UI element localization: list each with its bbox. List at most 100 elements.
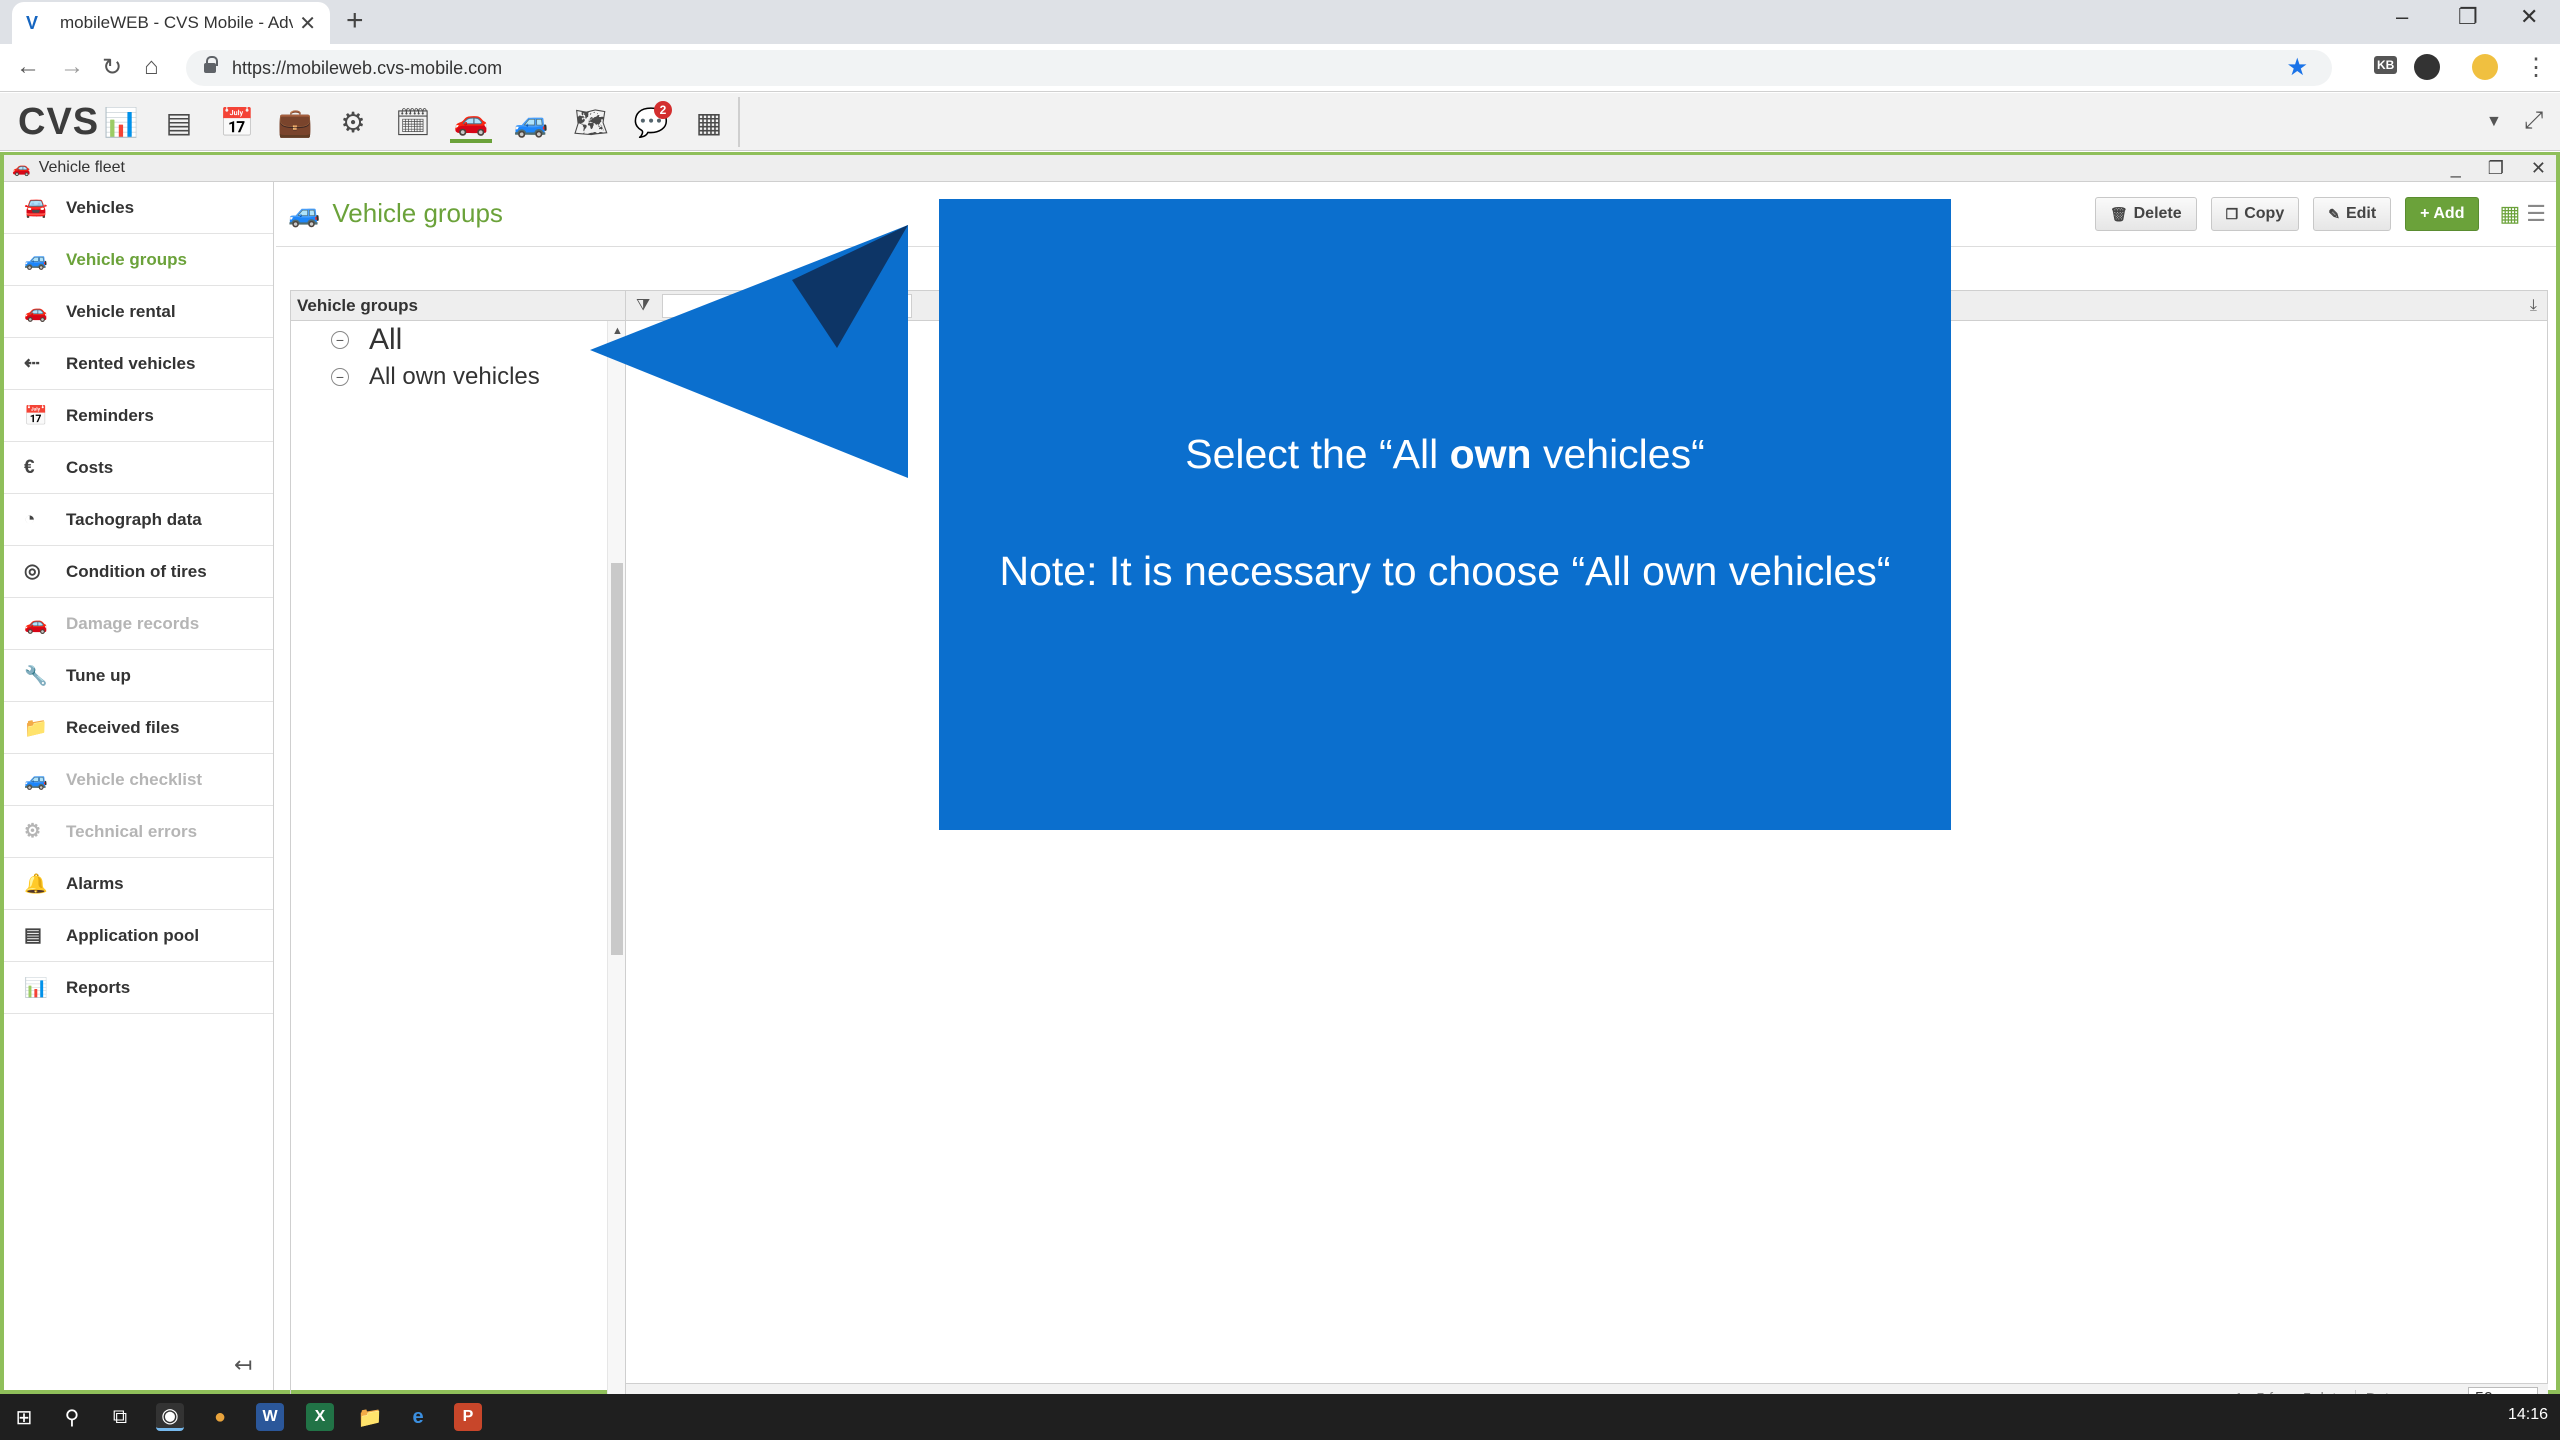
grid-icon: ▤	[24, 925, 42, 946]
search-icon[interactable]: ⚲	[58, 1403, 86, 1431]
extension-k-icon[interactable]	[2414, 54, 2440, 80]
minimize-window-icon[interactable]: –	[2396, 4, 2408, 30]
windows-taskbar: ⊞ ⚲ ⧉ ◉ ● W X 📁 e P 14:16	[0, 1394, 2560, 1440]
car-group-icon: 🚙	[288, 198, 321, 228]
statistics-icon[interactable]: 📊	[100, 101, 142, 143]
sidebar-item-application-pool[interactable]: ▤ Application pool	[4, 910, 273, 962]
sidebar-item-reports[interactable]: 📊 Reports	[4, 962, 273, 1014]
callout-note: Note: It is necessary to choose “All own…	[999, 548, 1891, 594]
tab-close-icon[interactable]: ✕	[299, 11, 316, 36]
windows-start-icon[interactable]: ⊞	[10, 1403, 38, 1431]
chevron-down-icon[interactable]: ▼	[2486, 113, 2502, 131]
extension-kb-icon[interactable]: KB	[2374, 56, 2398, 74]
sidebar-item-technical-errors[interactable]: ⚙ Technical errors	[4, 806, 273, 858]
car-group-icon: 🚙	[24, 249, 48, 271]
close-window-icon[interactable]: ✕	[2520, 4, 2538, 30]
reload-icon[interactable]: ↻	[102, 53, 122, 82]
sidebar-item-vehicle-checklist[interactable]: 🚙 Vehicle checklist	[4, 754, 273, 806]
briefcase-icon[interactable]: 💼	[274, 101, 316, 143]
delete-button[interactable]: 🗑 Delete	[2094, 197, 2197, 231]
pencil-icon: ✎	[2328, 205, 2340, 222]
tire-icon: ◎	[24, 561, 41, 582]
firefox-icon[interactable]: ●	[206, 1403, 234, 1431]
url-field[interactable]: https://mobileweb.cvs-mobile.com ★	[186, 50, 2332, 86]
scrollbar-thumb[interactable]	[611, 563, 623, 955]
euro-icon: €	[24, 456, 35, 478]
task-view-icon[interactable]: ⧉	[106, 1403, 134, 1431]
sidebar-item-costs[interactable]: € Costs	[4, 442, 273, 494]
notification-badge: 2	[654, 101, 672, 119]
address-bar: ← → ↻ ⌂ https://mobileweb.cvs-mobile.com…	[0, 44, 2560, 92]
tree-node-all[interactable]: − All	[331, 323, 402, 357]
file-explorer-icon[interactable]: 📁	[356, 1403, 384, 1431]
documents-icon[interactable]: ▤	[158, 101, 200, 143]
sidebar-item-vehicle-groups[interactable]: 🚙 Vehicle groups	[4, 234, 273, 286]
add-button[interactable]: + Add	[2405, 197, 2480, 231]
bell-icon: 🔔	[24, 873, 48, 895]
url-text: https://mobileweb.cvs-mobile.com	[232, 57, 503, 78]
bar-chart-icon: 📊	[24, 977, 48, 999]
calendar-icon: 📅	[24, 405, 48, 427]
apps-grid-icon[interactable]: ▦	[688, 101, 730, 143]
list-view-icon[interactable]: ☰	[2526, 201, 2546, 227]
powerpoint-icon[interactable]: P	[454, 1403, 482, 1431]
vehicles-icon[interactable]: 🚙	[510, 101, 552, 143]
app-toolbar: CVS 📊 ▤ 📅 💼 ⚙ 🗓 🚗 🚙 🗺 💬 2 ▦ ▼ ⤢	[0, 93, 2560, 151]
driver-icon[interactable]: ⚙	[332, 101, 374, 143]
collapse-toggle-icon[interactable]: −	[331, 368, 349, 386]
tree-header: Vehicle groups	[291, 291, 625, 321]
calendar-icon[interactable]: 📅	[216, 101, 258, 143]
sidebar-item-reminders[interactable]: 📅 Reminders	[4, 390, 273, 442]
trash-icon: 🗑	[2109, 205, 2128, 222]
sidebar-item-condition-of-tires[interactable]: ◎ Condition of tires	[4, 546, 273, 598]
tile-view-icon[interactable]: ▦	[2499, 201, 2520, 227]
bookmark-star-icon[interactable]: ★	[2286, 53, 2308, 82]
car-arrow-left-icon: ⇠	[24, 353, 40, 374]
sidebar-item-vehicles[interactable]: 🚘 Vehicles	[4, 182, 273, 234]
sidebar-item-tune-up[interactable]: 🔧 Tune up	[4, 650, 273, 702]
sidebar-item-alarms[interactable]: 🔔 Alarms	[4, 858, 273, 910]
download-icon[interactable]: ⤓	[2530, 297, 2537, 315]
page-title: 🚙 Vehicle groups	[288, 198, 503, 228]
window-titlebar: 🚗 Vehicle fleet _ ❐ ✕	[4, 152, 2556, 182]
browser-tab[interactable]: V mobileWEB - CVS Mobile - Adva ✕	[12, 2, 330, 44]
profile-avatar[interactable]	[2472, 54, 2498, 80]
edit-button[interactable]: ✎ Edit	[2313, 197, 2392, 231]
collapse-toggle-icon[interactable]: −	[331, 331, 349, 349]
sidebar-item-vehicle-rental[interactable]: 🚗 Vehicle rental	[4, 286, 273, 338]
tutorial-arrow	[590, 225, 908, 478]
restore-window-icon[interactable]: ❐	[2458, 4, 2478, 30]
new-tab-button[interactable]: +	[346, 6, 364, 36]
sidebar-item-rented-vehicles[interactable]: ⇠ Rented vehicles	[4, 338, 273, 390]
forward-icon[interactable]: →	[60, 53, 84, 81]
tutorial-callout: Select the “All own vehicles“ Note: It i…	[939, 199, 1951, 830]
schedule-icon[interactable]: 🗓	[392, 101, 434, 143]
maximize-panel-icon[interactable]: ❐	[2488, 158, 2504, 178]
car-front-icon: 🚘	[24, 197, 48, 219]
close-panel-icon[interactable]: ✕	[2531, 158, 2546, 178]
car-arrow-icon: 🚗	[24, 301, 48, 323]
car-damage-icon: 🚗	[24, 613, 48, 635]
collapse-sidebar-icon[interactable]: ↤	[234, 1352, 252, 1378]
copy-button[interactable]: ❐ Copy	[2210, 197, 2300, 231]
toolbar-divider	[738, 97, 740, 147]
chrome-icon[interactable]: ◉	[156, 1403, 184, 1431]
edge-icon[interactable]: e	[404, 1403, 432, 1431]
map-icon[interactable]: 🗺	[570, 101, 612, 143]
back-icon[interactable]: ←	[16, 53, 40, 81]
tab-title: mobileWEB - CVS Mobile - Adva	[60, 13, 294, 32]
excel-icon[interactable]: X	[306, 1403, 334, 1431]
callout-instruction: Select the “All own vehicles“	[1185, 431, 1705, 477]
home-icon[interactable]: ⌂	[144, 53, 159, 81]
browser-menu-icon[interactable]: ⋮	[2524, 53, 2548, 82]
sidebar-item-tachograph-data[interactable]: ◔ Tachograph data	[4, 494, 273, 546]
vehicle-fleet-icon[interactable]: 🚗	[450, 101, 492, 143]
word-icon[interactable]: W	[256, 1403, 284, 1431]
fullscreen-icon[interactable]: ⤢	[2524, 107, 2543, 135]
messages-icon[interactable]: 💬 2	[630, 101, 672, 143]
minimize-panel-icon[interactable]: _	[2451, 158, 2461, 178]
tree-node-all-own-vehicles[interactable]: − All own vehicles	[331, 363, 540, 391]
copy-icon: ❐	[2225, 205, 2239, 222]
sidebar-item-damage-records[interactable]: 🚗 Damage records	[4, 598, 273, 650]
sidebar-item-received-files[interactable]: 📁 Received files	[4, 702, 273, 754]
